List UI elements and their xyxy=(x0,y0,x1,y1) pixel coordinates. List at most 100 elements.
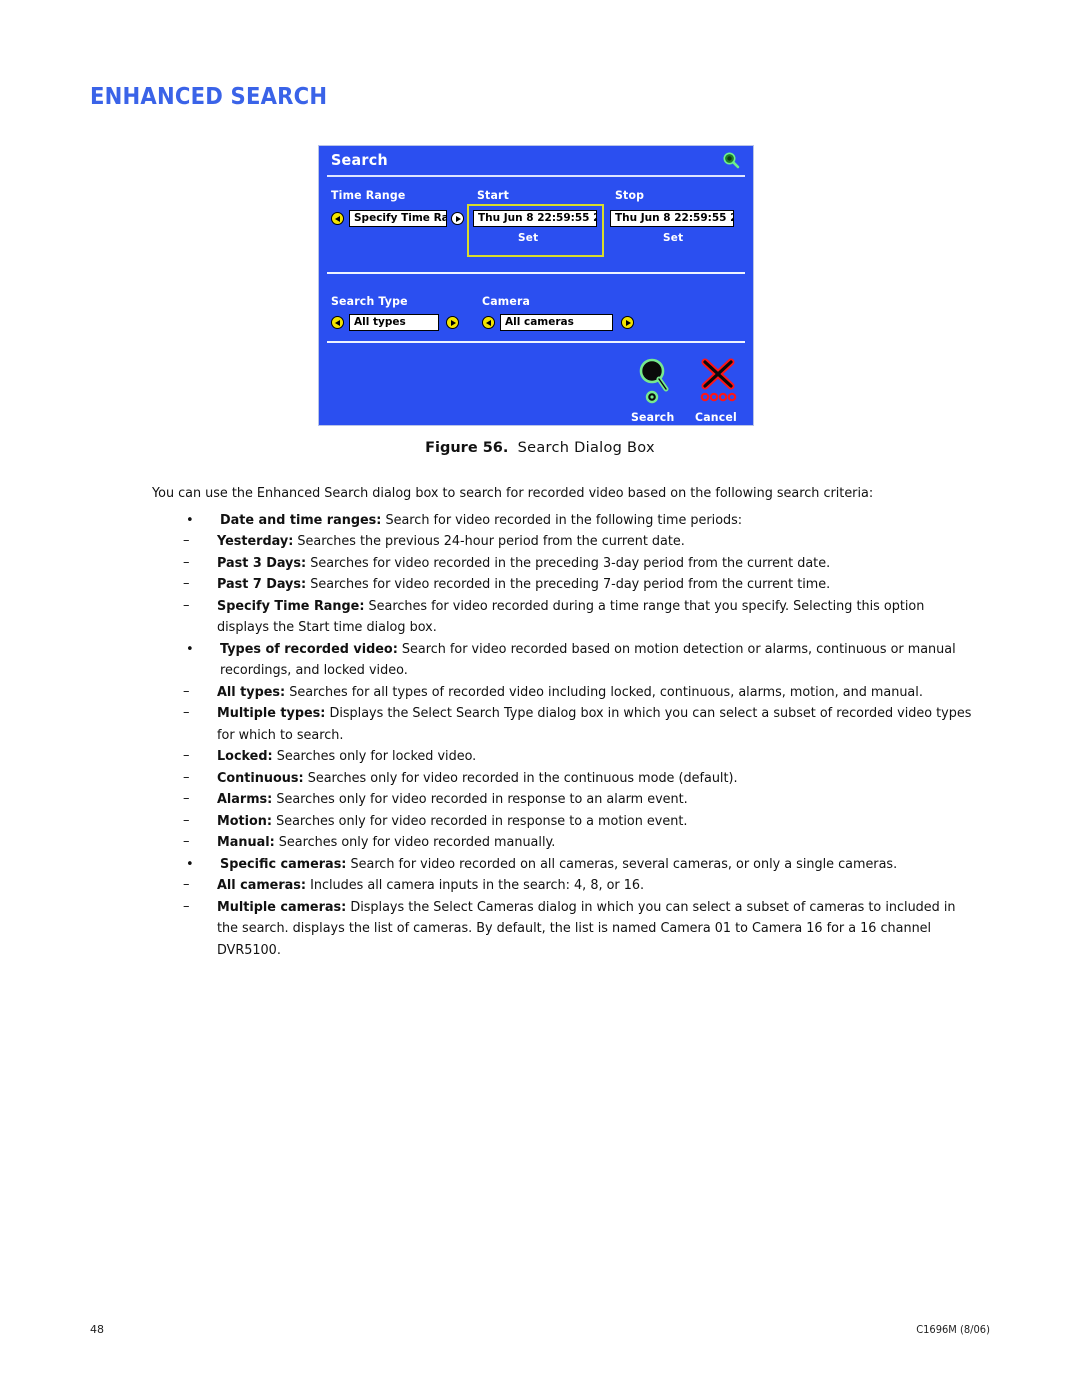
page-title: ENHANCED SEARCH xyxy=(90,84,328,110)
dash-marker: – xyxy=(183,533,190,548)
cancel-button-label[interactable]: Cancel xyxy=(695,410,737,424)
criteria-dash-item: – Alarms: Searches only for video recorde… xyxy=(152,789,1004,811)
criteria-dash-item: – Locked: Searches only for locked video. xyxy=(152,746,1004,768)
dialog-divider-1 xyxy=(327,272,745,274)
magnifier-icon xyxy=(721,151,741,171)
label-start: Start xyxy=(477,188,510,202)
criteria-dash-item: – Multiple cameras: Displays the Select C… xyxy=(152,897,1004,962)
figure-caption: Figure 56. Search Dialog Box xyxy=(0,440,1080,456)
dash-marker: – xyxy=(183,877,190,892)
criteria-subterm: Multiple types: xyxy=(217,706,326,721)
search-type-value[interactable]: All types xyxy=(349,314,439,331)
stop-set-button[interactable]: Set xyxy=(663,231,683,244)
camera-prev-button[interactable] xyxy=(482,316,495,329)
intro-paragraph: You can use the Enhanced Search dialog b… xyxy=(152,486,874,501)
criteria-subterm: Continuous: xyxy=(217,770,304,786)
criteria-dash-item: – Past 3 Days: Searches for video recorde… xyxy=(152,553,1004,575)
criteria-subterm: Past 7 Days: xyxy=(217,577,307,592)
camera-value[interactable]: All cameras xyxy=(500,314,613,331)
dialog-divider-2 xyxy=(327,341,745,343)
stop-time-value[interactable]: Thu Jun 8 22:59:55 2006 xyxy=(610,210,734,227)
start-time-value[interactable]: Thu Jun 8 22:59:55 2006 xyxy=(473,210,597,227)
criteria-dash-item: – Past 7 Days: Searches for video recorde… xyxy=(152,574,1004,596)
criteria-text: Specific cameras: Search for video recor… xyxy=(220,856,898,872)
criteria-bullet-item: • Date and time ranges: Search for video … xyxy=(152,510,1004,639)
criteria-dash-item: – All cameras: Includes all camera inputs… xyxy=(152,875,1004,897)
criteria-list: • Date and time ranges: Search for video … xyxy=(152,510,1004,962)
criteria-term: Specific cameras: xyxy=(220,856,347,872)
criteria-subterm: All types: xyxy=(217,684,286,700)
criteria-subtext: All types: Searches for all types of rec… xyxy=(217,684,923,700)
dash-marker: – xyxy=(183,554,190,570)
criteria-subtext: Yesterday: Searches the previous 24-hour… xyxy=(217,534,685,549)
time-range-prev-button[interactable] xyxy=(331,212,344,225)
dash-marker: – xyxy=(183,705,190,720)
criteria-sublist: – All types: Searches for all types of re… xyxy=(152,682,1004,854)
criteria-subterm: Past 3 Days: xyxy=(217,555,307,571)
criteria-bullet-item: • Types of recorded video: Search for vid… xyxy=(152,639,1004,854)
label-search-type: Search Type xyxy=(331,294,408,308)
dash-marker: – xyxy=(183,898,190,914)
search-button-label[interactable]: Search xyxy=(631,410,674,424)
label-stop: Stop xyxy=(615,188,645,202)
dash-marker: – xyxy=(183,576,190,591)
criteria-subtext: Multiple types: Displays the Select Sear… xyxy=(217,706,972,743)
criteria-subterm: Motion: xyxy=(217,813,273,829)
label-camera: Camera xyxy=(482,294,531,308)
criteria-subterm: Yesterday: xyxy=(217,534,294,549)
criteria-subtext: Past 7 Days: Searches for video recorded… xyxy=(217,577,831,592)
criteria-sublist: – Yesterday: Searches the previous 24-hou… xyxy=(152,531,1004,639)
criteria-subtext: Locked: Searches only for locked video. xyxy=(217,749,477,764)
dialog-titlebar: Search xyxy=(319,146,753,179)
criteria-subterm: Manual: xyxy=(217,835,275,850)
dialog-title: Search xyxy=(331,151,388,169)
dash-marker: – xyxy=(183,748,190,763)
titlebar-divider xyxy=(327,175,745,177)
camera-next-button[interactable] xyxy=(621,316,634,329)
figure-caption-text: Search Dialog Box xyxy=(517,440,655,456)
criteria-subterm: Specify Time Range: xyxy=(217,598,365,614)
label-time-range: Time Range xyxy=(331,188,406,202)
criteria-subtext: Alarms: Searches only for video recorded… xyxy=(217,792,688,807)
dash-marker: – xyxy=(183,769,190,785)
criteria-dash-item: – Motion: Searches only for video recorde… xyxy=(152,811,1004,833)
criteria-subtext: All cameras: Includes all camera inputs … xyxy=(217,878,645,893)
search-action-icon[interactable] xyxy=(635,356,675,412)
figure-number: Figure 56. xyxy=(425,440,509,456)
criteria-subterm: Multiple cameras: xyxy=(217,899,347,915)
time-range-value[interactable]: Specify Time Range xyxy=(349,210,447,227)
criteria-dash-item: – Multiple types: Displays the Select Sea… xyxy=(152,703,1004,746)
criteria-dash-item: – All types: Searches for all types of re… xyxy=(152,682,1004,704)
footer-doc-code: C1696M (8/06) xyxy=(916,1323,990,1336)
criteria-subterm: All cameras: xyxy=(217,878,307,893)
bullet-marker: • xyxy=(186,856,194,872)
criteria-dash-item: – Yesterday: Searches the previous 24-hou… xyxy=(152,531,1004,553)
time-range-next-button[interactable] xyxy=(451,212,464,225)
criteria-dash-item: – Specify Time Range: Searches for video … xyxy=(152,596,1004,639)
criteria-bullet-item: • Specific cameras: Search for video reco… xyxy=(152,854,1004,962)
search-type-next-button[interactable] xyxy=(446,316,459,329)
criteria-term: Date and time ranges: xyxy=(220,512,382,528)
criteria-term: Types of recorded video: xyxy=(220,641,398,657)
search-type-prev-button[interactable] xyxy=(331,316,344,329)
criteria-text: Types of recorded video: Search for vide… xyxy=(220,641,956,679)
body-content: You can use the Enhanced Search dialog b… xyxy=(152,483,1004,961)
criteria-subtext: Past 3 Days: Searches for video recorded… xyxy=(217,555,831,571)
criteria-text: Date and time ranges: Search for video r… xyxy=(220,512,743,528)
dash-marker: – xyxy=(183,812,190,828)
criteria-subtext: Motion: Searches only for video recorded… xyxy=(217,813,688,829)
cancel-action-icon[interactable] xyxy=(697,356,741,412)
dash-marker: – xyxy=(183,791,190,806)
dash-marker: – xyxy=(183,683,190,699)
criteria-dash-item: – Continuous: Searches only for video rec… xyxy=(152,768,1004,790)
search-dialog-figure: Search Time Range Start Stop Specify Tim… xyxy=(318,145,754,426)
footer-page-number: 48 xyxy=(90,1323,104,1336)
criteria-subtext: Specify Time Range: Searches for video r… xyxy=(217,598,925,636)
criteria-sublist: – All cameras: Includes all camera inputs… xyxy=(152,875,1004,961)
criteria-subtext: Manual: Searches only for video recorded… xyxy=(217,835,556,850)
start-set-button[interactable]: Set xyxy=(518,231,538,244)
criteria-subtext: Continuous: Searches only for video reco… xyxy=(217,770,738,786)
bullet-marker: • xyxy=(186,512,194,528)
criteria-subterm: Alarms: xyxy=(217,792,273,807)
criteria-dash-item: – Manual: Searches only for video recorde… xyxy=(152,832,1004,854)
